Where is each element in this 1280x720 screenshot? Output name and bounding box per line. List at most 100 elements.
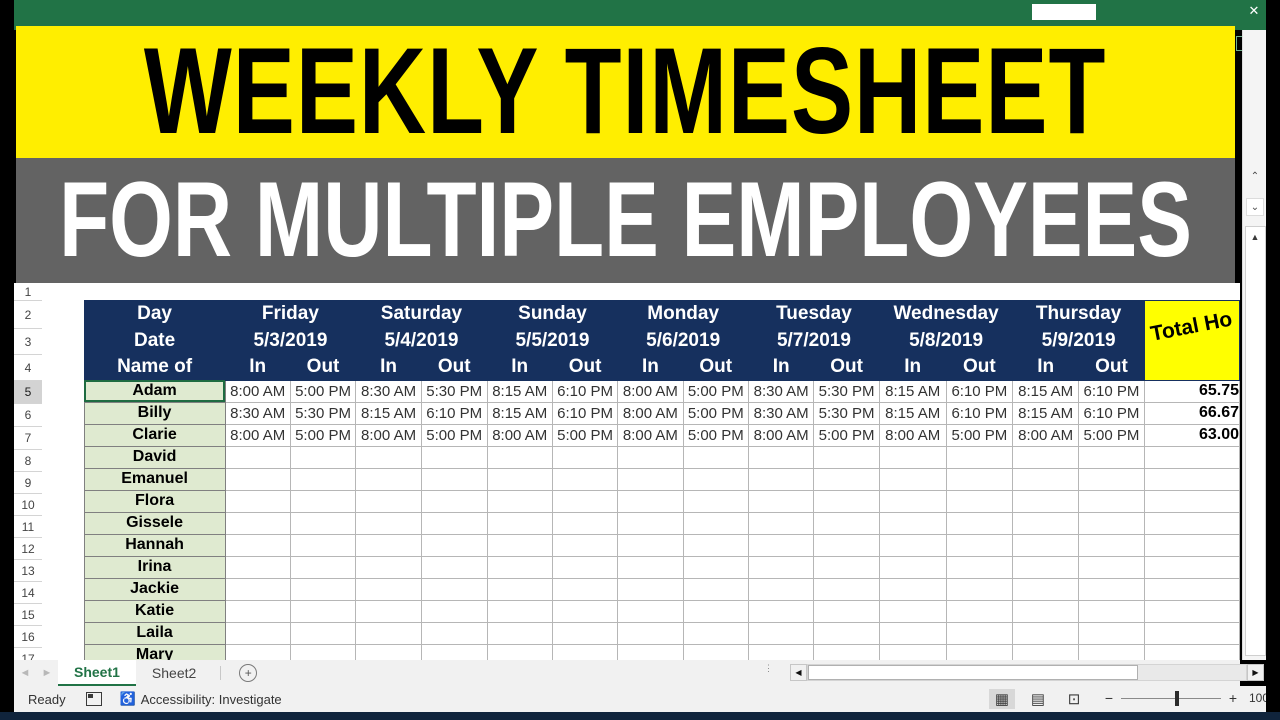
time-cell-in-5[interactable] [878,599,947,623]
time-cell-out-4[interactable] [813,467,880,491]
time-cell-in-0[interactable] [224,555,291,579]
header-out-tuesday[interactable]: Out [813,353,880,381]
time-cell-out-4[interactable] [813,643,880,660]
time-cell-in-0[interactable] [224,599,291,623]
header-in-tuesday[interactable]: In [748,353,815,381]
header-day-sunday[interactable]: Sunday [486,299,619,329]
time-cell-out-1[interactable] [420,533,488,557]
time-cell-out-0[interactable] [289,511,357,535]
employee-name-clarie[interactable]: Clarie [83,423,226,447]
zoom-slider-track[interactable] [1121,690,1221,706]
time-cell-in-0[interactable]: 8:30 AM [224,401,291,425]
time-cell-in-4[interactable]: 8:30 AM [748,379,815,403]
header-date-label[interactable]: Date [83,327,226,355]
horizontal-scroll-track[interactable] [807,664,1247,681]
total-hours-mary[interactable] [1143,643,1240,660]
row-header-3[interactable]: 3 [14,329,42,355]
time-cell-in-2[interactable] [486,533,553,557]
time-cell-out-5[interactable]: 5:00 PM [945,423,1014,447]
row-header-1[interactable]: 1 [14,283,42,301]
time-cell-out-4[interactable] [813,621,880,645]
header-out-monday[interactable]: Out [682,353,750,381]
time-cell-in-0[interactable] [224,621,291,645]
time-cell-out-6[interactable] [1078,467,1145,491]
time-cell-out-3[interactable] [682,533,750,557]
close-icon[interactable]: ✕ [1246,3,1262,19]
time-cell-out-2[interactable] [551,489,619,513]
time-cell-out-6[interactable] [1078,599,1145,623]
row-header-12[interactable]: 12 [14,538,42,560]
empty-cell[interactable] [946,283,1013,300]
empty-cell[interactable] [814,283,880,300]
time-cell-out-0[interactable] [289,555,357,579]
row-header-6[interactable]: 6 [14,404,42,427]
sheet-tab-sheet2[interactable]: Sheet2 [136,660,212,686]
header-date-5-5-2019[interactable]: 5/5/2019 [486,327,619,355]
time-cell-in-4[interactable] [748,533,815,557]
time-cell-out-6[interactable] [1078,621,1145,645]
time-cell-in-5[interactable] [878,643,947,660]
total-hours-emanuel[interactable] [1143,467,1240,491]
scroll-down-icon[interactable]: ⌄ [1246,198,1264,216]
time-cell-in-1[interactable]: 8:15 AM [355,401,422,425]
time-cell-in-0[interactable] [224,643,291,660]
time-cell-in-1[interactable] [355,643,422,660]
time-cell-out-1[interactable]: 6:10 PM [420,401,488,425]
time-cell-out-4[interactable] [813,511,880,535]
add-sheet-icon[interactable]: + [239,664,258,682]
time-cell-out-2[interactable] [551,467,619,491]
time-cell-out-0[interactable] [289,643,357,660]
time-cell-out-3[interactable] [682,555,750,579]
vertical-scroll-track[interactable] [1245,226,1266,656]
time-cell-out-2[interactable] [551,577,619,601]
time-cell-out-2[interactable]: 6:10 PM [551,379,619,403]
header-out-saturday[interactable]: Out [420,353,488,381]
time-cell-out-3[interactable]: 5:00 PM [682,401,750,425]
time-cell-out-1[interactable] [420,445,488,469]
time-cell-out-0[interactable] [289,445,357,469]
employee-name-flora[interactable]: Flora [83,489,226,513]
time-cell-in-4[interactable]: 8:30 AM [748,401,815,425]
time-cell-out-3[interactable]: 5:00 PM [682,379,750,403]
time-cell-in-1[interactable]: 8:30 AM [355,379,422,403]
header-day-thursday[interactable]: Thursday [1012,299,1145,329]
header-date-5-4-2019[interactable]: 5/4/2019 [355,327,488,355]
time-cell-out-5[interactable]: 6:10 PM [945,401,1014,425]
time-cell-in-3[interactable] [617,577,684,601]
time-cell-out-1[interactable] [420,555,488,579]
employee-name-irina[interactable]: Irina [83,555,226,579]
time-cell-out-2[interactable] [551,555,619,579]
employee-name-mary[interactable]: Mary [83,643,226,660]
header-in-saturday[interactable]: In [355,353,422,381]
row-header-7[interactable]: 7 [14,427,42,450]
time-cell-in-5[interactable] [878,577,947,601]
accessibility-status-label[interactable]: Accessibility: Investigate [141,692,282,707]
page-layout-view-icon[interactable]: ▤ [1025,689,1051,709]
time-cell-out-0[interactable] [289,577,357,601]
time-cell-out-1[interactable] [420,467,488,491]
time-cell-in-4[interactable] [748,621,815,645]
time-cell-out-0[interactable] [289,533,357,557]
row-header-14[interactable]: 14 [14,582,42,604]
time-cell-in-5[interactable] [878,489,947,513]
time-cell-in-4[interactable] [748,511,815,535]
time-cell-out-6[interactable]: 6:10 PM [1078,401,1145,425]
employee-name-gissele[interactable]: Gissele [83,511,226,535]
time-cell-out-5[interactable] [945,467,1014,491]
header-date-5-6-2019[interactable]: 5/6/2019 [617,327,750,355]
time-cell-in-2[interactable] [486,643,553,660]
time-cell-in-3[interactable] [617,489,684,513]
employee-name-laila[interactable]: Laila [83,621,226,645]
header-out-sunday[interactable]: Out [551,353,619,381]
time-cell-in-0[interactable] [224,577,291,601]
time-cell-in-4[interactable] [748,489,815,513]
time-cell-out-0[interactable]: 5:00 PM [289,379,357,403]
empty-cell[interactable] [552,283,617,300]
quick-access-toolbar[interactable] [1032,4,1096,20]
time-cell-in-3[interactable] [617,643,684,660]
total-hours-laila[interactable] [1143,621,1240,645]
time-cell-out-2[interactable]: 6:10 PM [551,401,619,425]
time-cell-in-5[interactable] [878,555,947,579]
time-cell-in-0[interactable] [224,445,291,469]
time-cell-out-6[interactable] [1078,511,1145,535]
